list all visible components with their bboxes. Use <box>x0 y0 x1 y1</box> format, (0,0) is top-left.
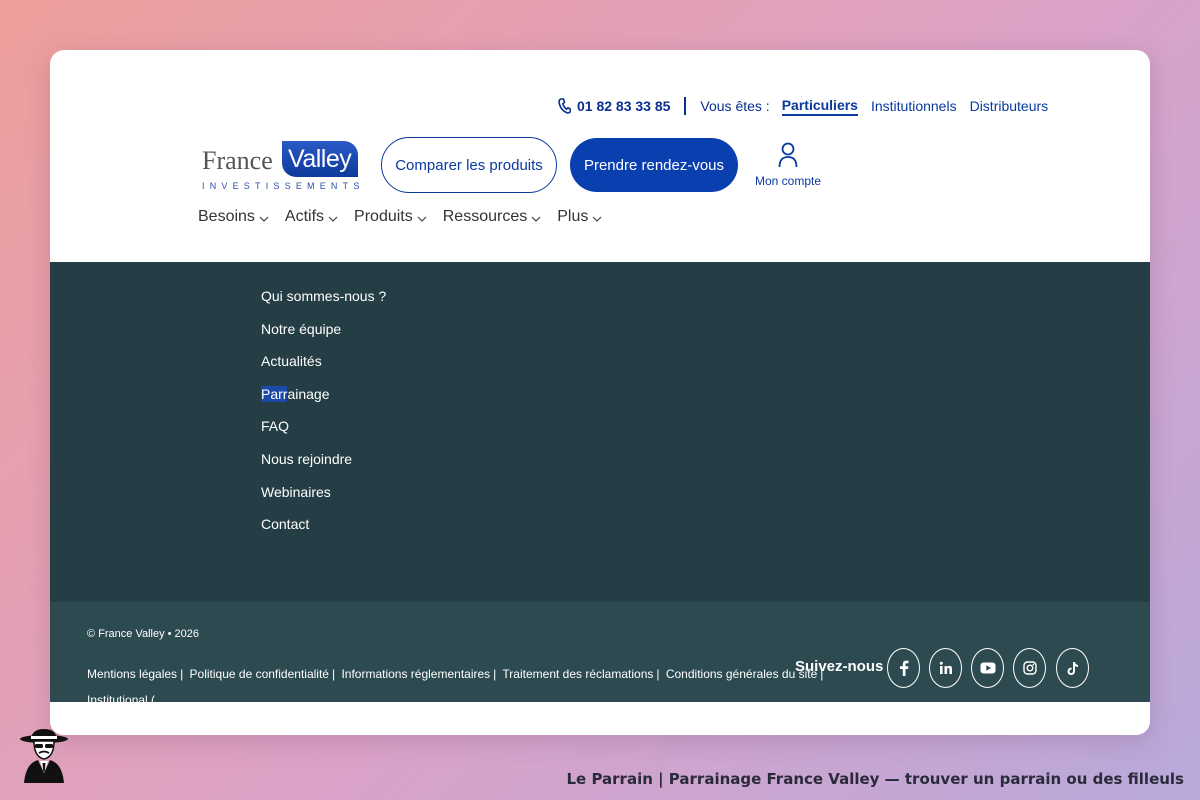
nav-plus[interactable]: Plus <box>557 208 602 226</box>
le-parrain-mascot-icon <box>20 729 68 783</box>
main-nav: Besoins Actifs Produits Ressources Plus <box>198 208 618 226</box>
plus-dropdown-menu: Qui sommes-nous ? Notre équipe Actualité… <box>50 262 1150 602</box>
logo-word-valley: Valley <box>288 145 352 173</box>
separator: | <box>331 667 336 681</box>
compare-products-button[interactable]: Comparer les produits <box>381 137 557 193</box>
divider <box>684 97 687 115</box>
chevron-down-icon <box>592 216 602 222</box>
instagram-button[interactable] <box>1013 648 1046 688</box>
nav-actifs[interactable]: Actifs <box>285 208 338 226</box>
link-politique-confidentialite[interactable]: Politique de confidentialité <box>190 667 329 681</box>
chevron-down-icon <box>328 216 338 222</box>
menu-item-faq[interactable]: FAQ <box>261 416 386 449</box>
audience-distributeurs[interactable]: Distributeurs <box>970 98 1049 114</box>
menu-item-actualites[interactable]: Actualités <box>261 351 386 384</box>
viewport-bottom <box>50 702 1150 735</box>
youtube-button[interactable] <box>971 648 1004 688</box>
menu-item-contact[interactable]: Contact <box>261 514 386 547</box>
instagram-icon <box>1022 661 1037 675</box>
chevron-down-icon <box>531 216 541 222</box>
nav-besoins[interactable]: Besoins <box>198 208 269 226</box>
book-appointment-button[interactable]: Prendre rendez-vous <box>570 138 738 192</box>
nav-label: Plus <box>557 208 589 225</box>
separator: | <box>180 667 184 681</box>
youtube-icon <box>980 662 995 674</box>
phone-icon <box>558 98 571 114</box>
account-link[interactable]: Mon compte <box>753 142 823 188</box>
audience-institutionnels[interactable]: Institutionnels <box>871 98 957 114</box>
separator: | <box>656 667 660 681</box>
menu-item-nous-rejoindre[interactable]: Nous rejoindre <box>261 449 386 482</box>
link-mentions-legales[interactable]: Mentions légales <box>87 667 177 681</box>
text-selection: Parr <box>261 385 288 402</box>
menu-item-parrainage[interactable]: Parrainage <box>261 384 386 417</box>
facebook-button[interactable] <box>887 648 920 688</box>
menu-item-label: ainage <box>287 385 330 402</box>
france-valley-logo[interactable]: France Valley INVESTISSEMENTS <box>200 140 359 192</box>
follow-us-label: Suivez-nous <box>795 658 884 675</box>
nav-produits[interactable]: Produits <box>354 208 427 226</box>
page-caption: Le Parrain | Parrainage France Valley — … <box>566 770 1184 788</box>
tiktok-icon <box>1067 661 1078 675</box>
phone-number: 01 82 83 33 85 <box>577 98 671 114</box>
you-are-label: Vous êtes : <box>700 98 770 114</box>
account-label: Mon compte <box>754 174 822 188</box>
nav-label: Actifs <box>284 208 325 225</box>
linkedin-icon <box>939 661 952 674</box>
nav-label: Besoins <box>198 208 255 225</box>
browser-card: 01 82 83 33 85 Vous êtes : Particuliers … <box>50 50 1150 735</box>
nav-label: Ressources <box>442 208 528 225</box>
facebook-icon <box>899 660 908 676</box>
footer: © France Valley • 2026 Mentions légales |… <box>50 602 1150 707</box>
logo-word-france: France <box>202 146 273 175</box>
legal-links: Mentions légales | Politique de confident… <box>87 667 826 681</box>
menu-item-webinaires[interactable]: Webinaires <box>261 482 386 515</box>
menu-item-notre-equipe[interactable]: Notre équipe <box>261 319 386 352</box>
chevron-down-icon <box>417 216 427 222</box>
copyright: © France Valley • 2026 <box>87 628 200 640</box>
chevron-down-icon <box>259 216 269 222</box>
top-bar: 01 82 83 33 85 Vous êtes : Particuliers … <box>558 95 1061 117</box>
audience-particuliers[interactable]: Particuliers <box>781 97 858 116</box>
menu-item-qui-sommes-nous[interactable]: Qui sommes-nous ? <box>261 286 386 319</box>
phone-link[interactable]: 01 82 83 33 85 <box>558 98 670 114</box>
tiktok-button[interactable] <box>1056 648 1089 688</box>
link-informations-reglementaires[interactable]: Informations réglementaires <box>341 667 490 681</box>
linkedin-button[interactable] <box>929 648 962 688</box>
logo-subtitle: INVESTISSEMENTS <box>202 181 365 191</box>
nav-ressources[interactable]: Ressources <box>443 208 541 226</box>
link-traitement-reclamations[interactable]: Traitement des réclamations <box>502 667 653 681</box>
nav-label: Produits <box>354 208 413 225</box>
user-icon <box>778 142 798 168</box>
separator: | <box>493 667 497 681</box>
